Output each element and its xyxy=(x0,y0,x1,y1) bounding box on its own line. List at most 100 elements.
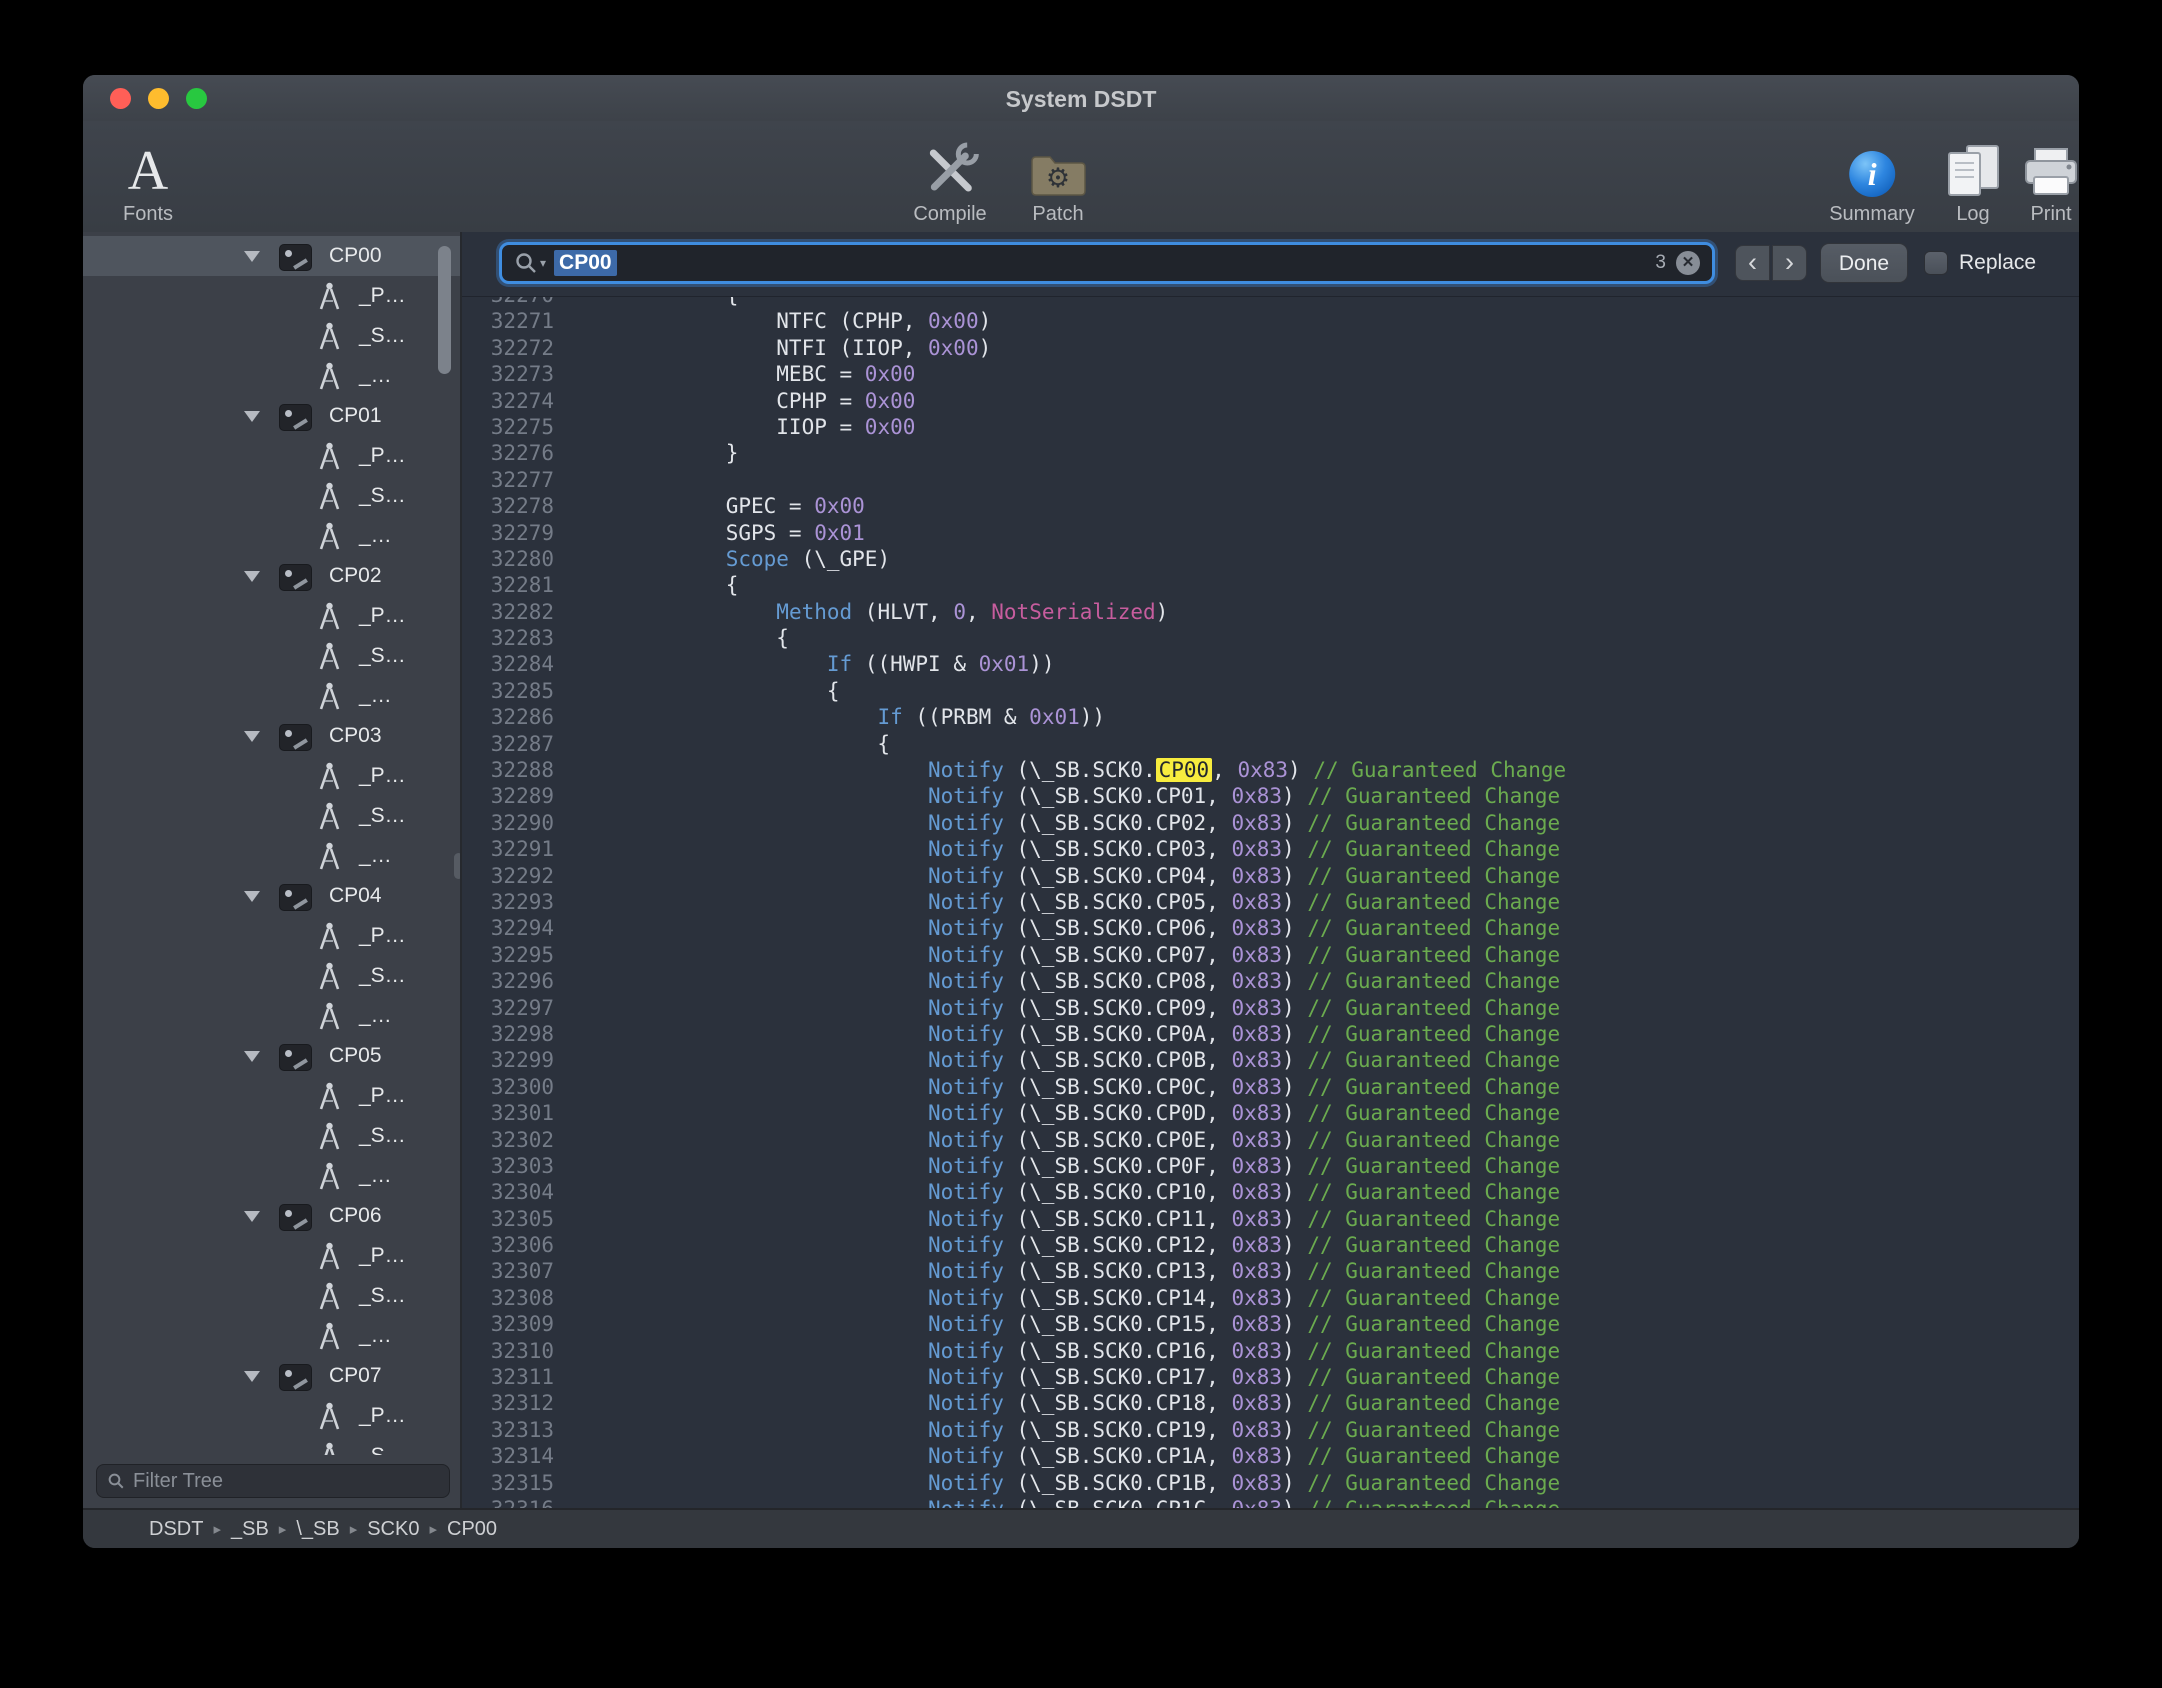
tree-item-child[interactable]: _… xyxy=(83,676,460,716)
tree-item-child[interactable]: _S… xyxy=(83,636,460,676)
print-button[interactable]: Print xyxy=(2022,133,2079,226)
tree-item-label: CP02 xyxy=(329,556,382,596)
tree-item-label: CP07 xyxy=(329,1356,382,1396)
disclosure-triangle-icon[interactable] xyxy=(244,1371,260,1382)
tree-item-child[interactable]: _P… xyxy=(83,1076,460,1116)
code-line: 32278 GPEC = 0x00 xyxy=(490,493,2079,519)
code-line: 32273 MEBC = 0x00 xyxy=(490,361,2079,387)
line-number: 32289 xyxy=(490,783,554,809)
disclosure-triangle-icon[interactable] xyxy=(244,251,260,262)
line-number: 32281 xyxy=(490,572,554,598)
clear-search-button[interactable]: ✕ xyxy=(1676,251,1700,275)
tree-item-child[interactable]: _S… xyxy=(83,316,460,356)
disclosure-triangle-icon[interactable] xyxy=(244,1211,260,1222)
tree-item-child[interactable]: _P… xyxy=(83,276,460,316)
code-line: 32281 { xyxy=(490,572,2079,598)
tree-item-cp06[interactable]: CP06 xyxy=(83,1196,460,1236)
tree-item-label: CP00 xyxy=(329,236,382,276)
tree-item-label: _S… xyxy=(359,1276,406,1316)
fonts-button[interactable]: A Fonts xyxy=(123,133,173,226)
breadcrumb-item[interactable]: \_SB xyxy=(296,1518,339,1541)
code-line: 32284 If ((HWPI & 0x01)) xyxy=(490,651,2079,677)
tree-item-child[interactable]: _P… xyxy=(83,596,460,636)
find-match-count: 3 xyxy=(1655,252,1666,274)
tree-item-child[interactable]: _P… xyxy=(83,436,460,476)
scope-icon xyxy=(279,1364,312,1391)
breadcrumb: DSDT▸_SB▸\_SB▸SCK0▸CP00 xyxy=(83,1508,2079,1548)
sidebar-scrollbar-thumb[interactable] xyxy=(438,246,451,374)
compile-button[interactable]: Compile xyxy=(913,133,986,226)
window-title: System DSDT xyxy=(83,75,2079,123)
breadcrumb-item[interactable]: _SB xyxy=(231,1518,269,1541)
find-next-button[interactable]: › xyxy=(1772,245,1807,281)
tree-item-label: _S… xyxy=(359,316,406,356)
search-icon xyxy=(107,1472,125,1490)
tree-item-child[interactable]: _… xyxy=(83,1156,460,1196)
replace-checkbox[interactable] xyxy=(1924,251,1948,275)
find-input[interactable]: ▾ CP00 3 ✕ xyxy=(499,242,1715,284)
zoom-button[interactable] xyxy=(186,88,207,109)
title-bar[interactable]: System DSDT xyxy=(83,75,2079,121)
code-line: 32304 Notify (\_SB.SCK0.CP10, 0x83) // G… xyxy=(490,1179,2079,1205)
tree-item-child[interactable]: _S… xyxy=(83,796,460,836)
disclosure-triangle-icon[interactable] xyxy=(244,891,260,902)
pages-icon xyxy=(1945,133,2001,199)
breadcrumb-item[interactable]: SCK0 xyxy=(367,1518,419,1541)
tree-item-child[interactable]: _S… xyxy=(83,1116,460,1156)
line-number: 32291 xyxy=(490,836,554,862)
disclosure-triangle-icon[interactable] xyxy=(244,731,260,742)
tree-item-cp07[interactable]: CP07 xyxy=(83,1356,460,1396)
search-menu-icon[interactable]: ▾ xyxy=(514,251,546,275)
svg-text:i: i xyxy=(1868,156,1877,192)
disclosure-triangle-icon[interactable] xyxy=(244,411,260,422)
tree-item-label: _S… xyxy=(359,956,406,996)
tree-item-child[interactable]: _… xyxy=(83,516,460,556)
breadcrumb-item[interactable]: CP00 xyxy=(447,1518,497,1541)
tree-item-cp00[interactable]: CP00 xyxy=(83,236,460,276)
breadcrumb-separator: ▸ xyxy=(429,1520,437,1538)
code-line: 32279 SGPS = 0x01 xyxy=(490,520,2079,546)
code-editor[interactable]: 32270 {32271 NTFC (CPHP, 0x00)32272 NTFI… xyxy=(460,232,2079,1508)
code-line: 32280 Scope (\_GPE) xyxy=(490,546,2079,572)
tree-item-child[interactable]: _S… xyxy=(83,956,460,996)
tree-item-child[interactable]: _P… xyxy=(83,1396,460,1436)
tree-item-child[interactable]: _P… xyxy=(83,756,460,796)
scope-icon xyxy=(279,1204,312,1231)
tree-item-child[interactable]: _… xyxy=(83,1316,460,1356)
log-button[interactable]: Log xyxy=(1945,133,2001,226)
tree-item-cp05[interactable]: CP05 xyxy=(83,1036,460,1076)
tree-item-child[interactable]: _P… xyxy=(83,916,460,956)
done-button[interactable]: Done xyxy=(1820,243,1908,283)
tree-item-child[interactable]: _S… xyxy=(83,1436,460,1455)
breadcrumb-item[interactable]: DSDT xyxy=(149,1518,203,1541)
line-number: 32310 xyxy=(490,1338,554,1364)
tree-item-child[interactable]: _S… xyxy=(83,476,460,516)
find-previous-button[interactable]: ‹ xyxy=(1735,245,1770,281)
line-number: 32309 xyxy=(490,1311,554,1337)
summary-button[interactable]: i Summary xyxy=(1829,133,1915,226)
patch-button[interactable]: ⚙ Patch xyxy=(1029,133,1087,226)
replace-label[interactable]: Replace xyxy=(1959,251,2036,275)
tree-item-child[interactable]: _… xyxy=(83,836,460,876)
find-navigation: ‹ › xyxy=(1735,245,1807,281)
code-line: 32272 NTFI (IIOP, 0x00) xyxy=(490,335,2079,361)
tree-item-child[interactable]: _… xyxy=(83,996,460,1036)
code-line: 32314 Notify (\_SB.SCK0.CP1A, 0x83) // G… xyxy=(490,1443,2079,1469)
filter-tree-input[interactable]: Filter Tree xyxy=(96,1464,450,1498)
method-compass-icon xyxy=(316,321,343,358)
tree-item-child[interactable]: _… xyxy=(83,356,460,396)
tree-item-cp03[interactable]: CP03 xyxy=(83,716,460,756)
method-compass-icon xyxy=(316,1121,343,1158)
tree-item-child[interactable]: _S… xyxy=(83,1276,460,1316)
line-number: 32312 xyxy=(490,1390,554,1416)
tree-item-label: _… xyxy=(359,836,392,876)
tree-item-cp04[interactable]: CP04 xyxy=(83,876,460,916)
tree-item-child[interactable]: _P… xyxy=(83,1236,460,1276)
tree-item-cp01[interactable]: CP01 xyxy=(83,396,460,436)
tree-item-cp02[interactable]: CP02 xyxy=(83,556,460,596)
close-button[interactable] xyxy=(110,88,131,109)
minimize-button[interactable] xyxy=(148,88,169,109)
code-line: 32311 Notify (\_SB.SCK0.CP17, 0x83) // G… xyxy=(490,1364,2079,1390)
disclosure-triangle-icon[interactable] xyxy=(244,1051,260,1062)
disclosure-triangle-icon[interactable] xyxy=(244,571,260,582)
